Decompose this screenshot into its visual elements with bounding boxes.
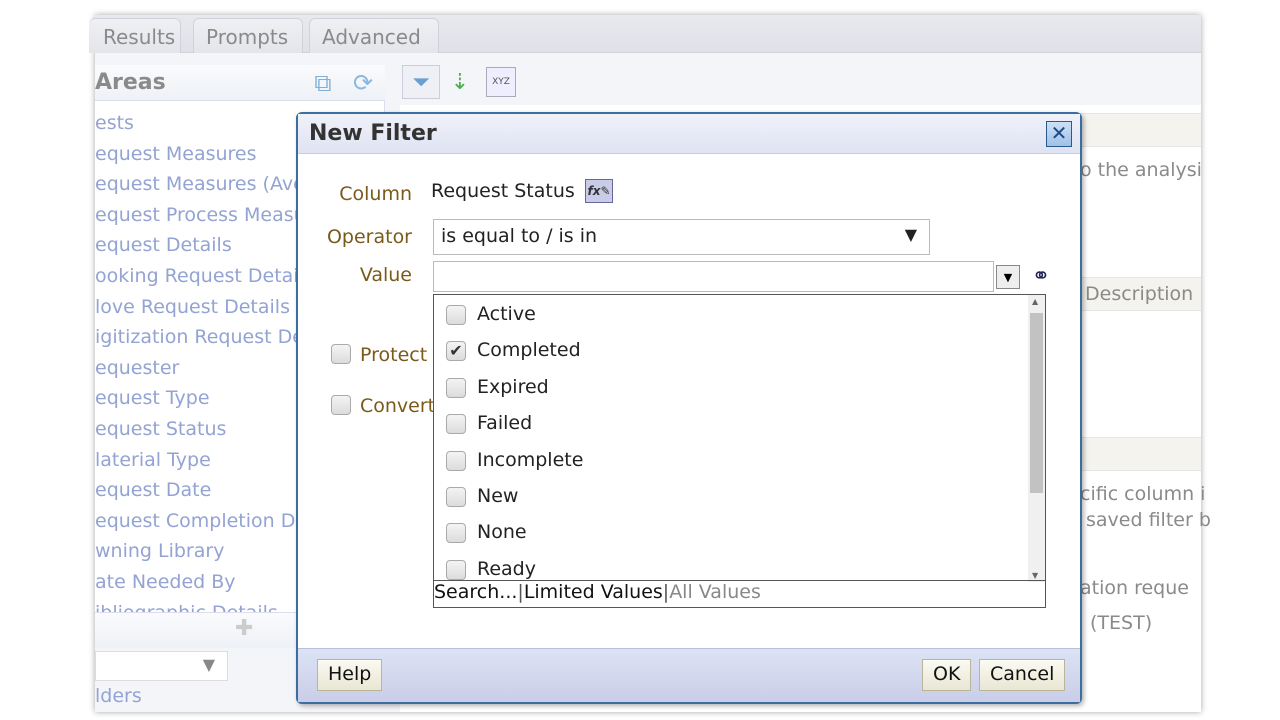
subject-area-folder[interactable]: equest Date	[95, 479, 211, 501]
criteria-toolbar: ⏷ ⇣ XYZ	[400, 53, 1201, 103]
operator-value: is equal to / is in	[441, 225, 598, 247]
tab-results[interactable]: Results	[89, 18, 181, 53]
subject-area-folder[interactable]: wning Library	[95, 540, 224, 562]
ok-button[interactable]: OK	[922, 659, 972, 691]
folders-label: lders	[95, 685, 142, 707]
subject-area-folder[interactable]: equest Type	[95, 387, 210, 409]
scroll-down-icon[interactable]: ▼	[1032, 571, 1038, 580]
subject-area-folder[interactable]: laterial Type	[95, 449, 211, 471]
scroll-up-icon[interactable]: ▲	[1032, 297, 1038, 306]
dialog-footer: Help OK Cancel	[298, 648, 1080, 702]
dialog-header: New Filter ✕	[298, 114, 1080, 154]
subject-area-folder[interactable]: equester	[95, 357, 179, 379]
option-label: New	[477, 485, 519, 507]
criteria-instruction: o the analysi	[1080, 159, 1202, 181]
catalog-select[interactable]: ▼	[95, 651, 228, 681]
tab-prompts[interactable]: Prompts	[193, 18, 303, 53]
operator-label: Operator	[326, 226, 412, 248]
subject-area-folder[interactable]: equest Status	[95, 418, 226, 440]
value-label: Value	[359, 264, 412, 286]
chevron-down-icon: ▼	[904, 225, 917, 244]
value-input[interactable]	[433, 261, 994, 292]
subject-areas-header: Areas ⧉ ⟳	[95, 65, 385, 101]
option-checkbox[interactable]	[446, 559, 466, 580]
chevron-down-icon: ▼	[202, 655, 215, 674]
chevron-down-icon: ▼	[1003, 270, 1013, 284]
option-label: Completed	[477, 339, 581, 362]
close-button[interactable]: ✕	[1046, 121, 1072, 147]
new-filter-dialog: New Filter ✕ Column Request Status fx✎ O…	[296, 112, 1082, 704]
convert-label: Convert	[360, 395, 436, 417]
option-label: Ready	[477, 557, 536, 580]
value-dropdown-button[interactable]: ▼	[996, 265, 1020, 289]
option-label: Failed	[477, 412, 533, 435]
operator-select[interactable]: is equal to / is in ▼	[433, 219, 930, 255]
subject-area-folder[interactable]: love Request Details	[95, 296, 290, 318]
subject-area-folder[interactable]: equest Completion Da	[95, 510, 307, 532]
subject-area-folder[interactable]: ate Needed By	[95, 571, 236, 593]
protect-label: Protect	[360, 344, 428, 366]
description-column-header: Description	[1085, 283, 1194, 305]
subject-area-folder[interactable]: equest Measures	[95, 143, 257, 165]
subject-area-folder[interactable]: equest Details	[95, 234, 232, 256]
option-label: None	[477, 521, 527, 544]
filter-text-2: (TEST)	[1090, 612, 1153, 634]
sort-icon[interactable]: ⇣	[444, 67, 476, 97]
column-format-icon[interactable]: XYZ	[486, 67, 516, 97]
add-subject-area-icon[interactable]: ⧉	[308, 68, 338, 98]
filter-icon[interactable]: ⏷	[402, 65, 440, 99]
filters-instruction-2: saved filter b	[1086, 509, 1211, 531]
subject-area-folder[interactable]: equest Process Measu	[95, 204, 306, 226]
option-checkbox[interactable]	[446, 523, 466, 544]
add-to-criteria-icon[interactable]: ✚	[235, 616, 253, 641]
filters-instruction-1: cific column i	[1080, 483, 1206, 505]
column-label: Column	[339, 183, 412, 205]
option-checkbox[interactable]	[446, 414, 466, 435]
edit-formula-icon[interactable]: fx✎	[585, 179, 613, 203]
tab-advanced[interactable]: Advanced	[309, 18, 439, 53]
tab-bar: Results Prompts Advanced	[89, 15, 1201, 53]
subject-area-folder[interactable]: ests	[95, 112, 134, 134]
option-checkbox[interactable]	[446, 377, 466, 398]
filter-text-1: ation reque	[1080, 577, 1189, 599]
all-values-link[interactable]: All Values	[669, 581, 761, 603]
option-label: Incomplete	[477, 448, 584, 471]
help-button[interactable]: Help	[317, 659, 383, 691]
option-checkbox[interactable]	[446, 487, 466, 507]
search-values-binoculars-icon[interactable]: ⚭	[1026, 262, 1056, 290]
close-icon: ✕	[1050, 121, 1068, 145]
search-link[interactable]: Search...	[434, 581, 517, 603]
dialog-title: New Filter	[309, 121, 437, 146]
subject-area-folder[interactable]: igitization Request De	[95, 326, 304, 348]
scrollbar-thumb[interactable]	[1030, 313, 1043, 493]
subject-area-folder[interactable]: ooking Request Detai	[95, 265, 299, 287]
option-label: Expired	[477, 375, 549, 398]
option-checkbox[interactable]	[446, 305, 466, 325]
option-checkbox[interactable]: ✔	[446, 341, 466, 362]
subject-area-folder[interactable]: equest Measures (Ave	[95, 173, 305, 195]
column-value: Request Status	[431, 180, 575, 202]
options-scrollbar[interactable]: ▲ ▼	[1028, 295, 1045, 582]
value-options-dropdown: Active ✔ Completed Expired Failed Incomplete N…	[433, 294, 1046, 608]
subject-areas-title: Areas	[95, 70, 166, 95]
convert-checkbox[interactable]	[331, 395, 351, 415]
refresh-icon[interactable]: ⟳	[348, 68, 378, 98]
protect-checkbox[interactable]	[331, 344, 351, 364]
option-label: Active	[477, 303, 536, 325]
option-checkbox[interactable]	[446, 450, 466, 471]
dropdown-footer: Search...|Limited Values|All Values	[434, 580, 1045, 607]
limited-values-link[interactable]: Limited Values	[524, 581, 663, 603]
cancel-button[interactable]: Cancel	[979, 659, 1066, 691]
